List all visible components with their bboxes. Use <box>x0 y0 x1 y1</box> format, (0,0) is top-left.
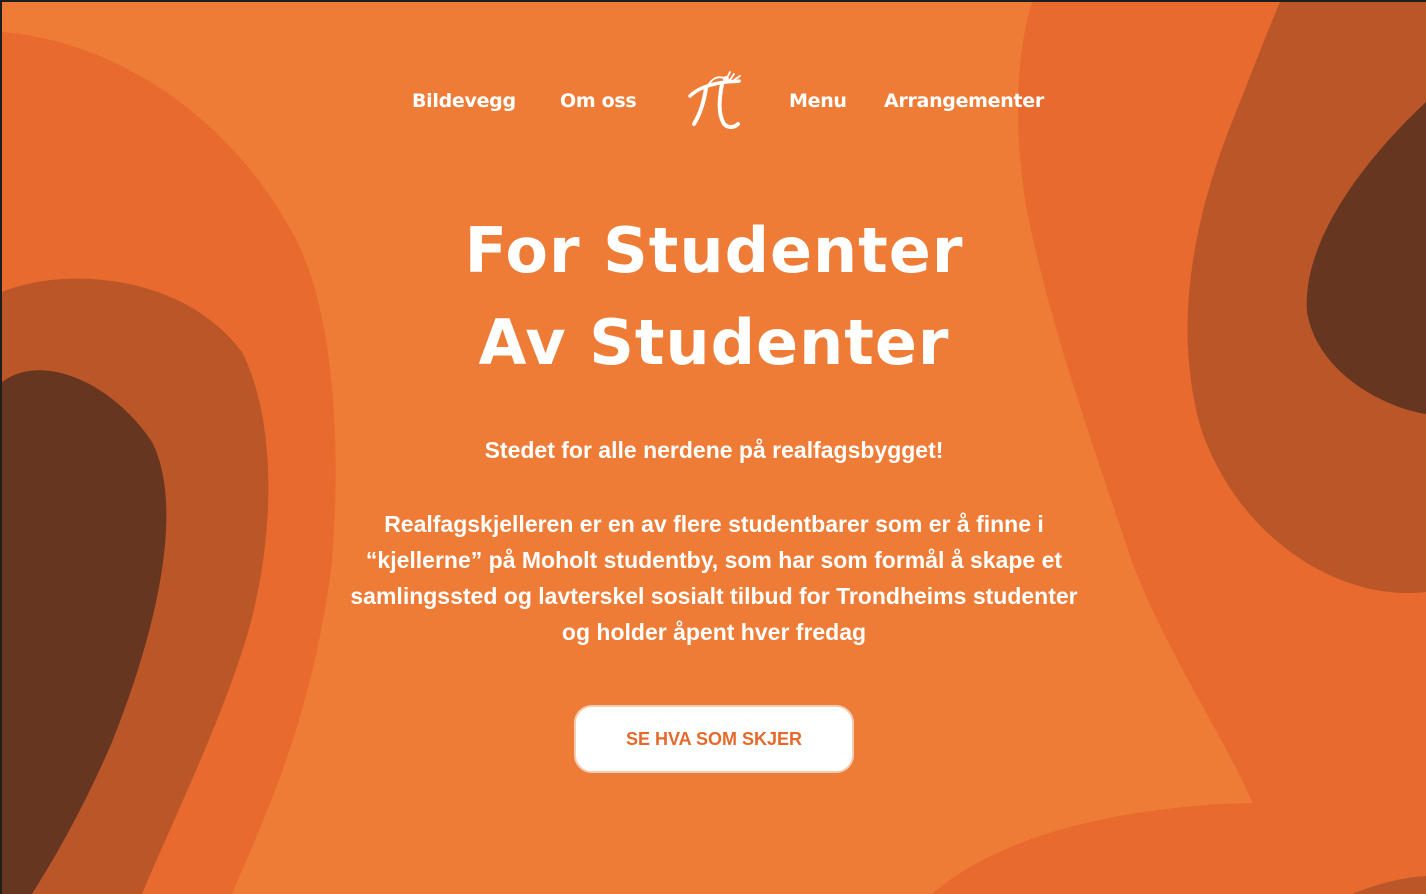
logo-svg <box>688 71 741 129</box>
page: Bildevegg Om oss Menu Arrangementer For … <box>2 2 1426 894</box>
hero-tagline: Stedet for alle nerdene på realfagsbygge… <box>484 437 944 463</box>
nav-bildevegg[interactable]: Bildevegg <box>412 90 516 112</box>
nav-om-oss[interactable]: Om oss <box>560 90 637 112</box>
nav-arrangementer[interactable]: Arrangementer <box>884 90 1044 112</box>
nav-menu[interactable]: Menu <box>789 90 847 112</box>
hero-description: Realfagskjelleren er en av flere student… <box>350 511 1078 645</box>
se-hva-som-skjer-button[interactable]: SE HVA SOM SKJER <box>574 705 854 773</box>
hero-title-line-2: Av Studenter <box>478 306 950 379</box>
hero-title-line-1: For Studenter <box>464 214 964 287</box>
pi-figure-logo-icon[interactable] <box>686 70 744 132</box>
bottom-right-blob <box>932 802 1426 894</box>
